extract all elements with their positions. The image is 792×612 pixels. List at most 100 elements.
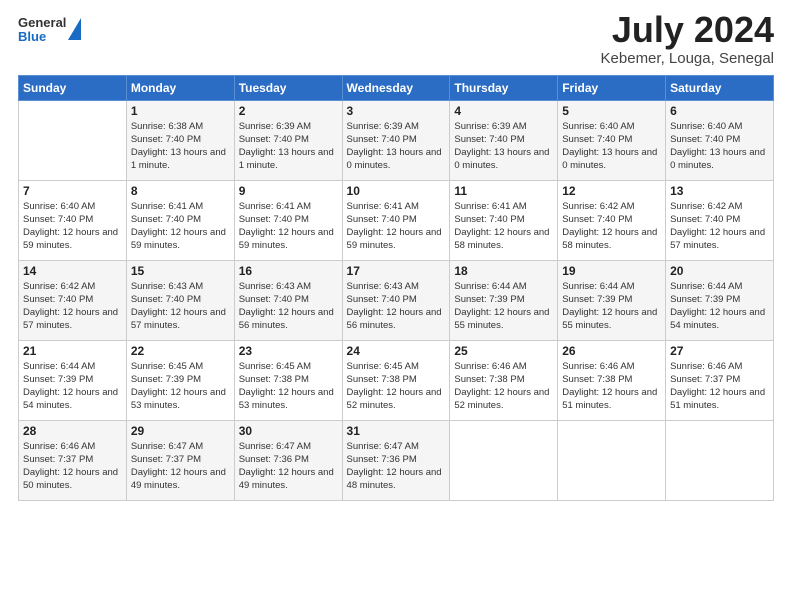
header-thursday: Thursday xyxy=(450,75,558,100)
day-number: 5 xyxy=(562,104,661,118)
title-block: July 2024 Kebemer, Louga, Senegal xyxy=(601,10,774,67)
table-row: 7 Sunrise: 6:40 AMSunset: 7:40 PMDaylight… xyxy=(19,180,127,260)
table-row: 21 Sunrise: 6:44 AMSunset: 7:39 PMDayligh… xyxy=(19,340,127,420)
day-number: 31 xyxy=(347,424,446,438)
day-number: 4 xyxy=(454,104,553,118)
table-row: 6 Sunrise: 6:40 AMSunset: 7:40 PMDaylight… xyxy=(666,100,774,180)
header-friday: Friday xyxy=(558,75,666,100)
day-number: 9 xyxy=(239,184,338,198)
table-row: 29 Sunrise: 6:47 AMSunset: 7:37 PMDayligh… xyxy=(126,420,234,500)
day-number: 25 xyxy=(454,344,553,358)
table-row: 11 Sunrise: 6:41 AMSunset: 7:40 PMDayligh… xyxy=(450,180,558,260)
table-row: 31 Sunrise: 6:47 AMSunset: 7:36 PMDayligh… xyxy=(342,420,450,500)
day-info: Sunrise: 6:43 AMSunset: 7:40 PMDaylight:… xyxy=(347,280,446,333)
table-row: 28 Sunrise: 6:46 AMSunset: 7:37 PMDayligh… xyxy=(19,420,127,500)
day-number: 21 xyxy=(23,344,122,358)
day-number: 28 xyxy=(23,424,122,438)
day-number: 15 xyxy=(131,264,230,278)
day-number: 6 xyxy=(670,104,769,118)
day-info: Sunrise: 6:47 AMSunset: 7:36 PMDaylight:… xyxy=(347,440,446,493)
day-number: 19 xyxy=(562,264,661,278)
month-year-title: July 2024 xyxy=(601,10,774,50)
day-number: 12 xyxy=(562,184,661,198)
table-row: 12 Sunrise: 6:42 AMSunset: 7:40 PMDayligh… xyxy=(558,180,666,260)
table-row: 10 Sunrise: 6:41 AMSunset: 7:40 PMDayligh… xyxy=(342,180,450,260)
day-info: Sunrise: 6:45 AMSunset: 7:38 PMDaylight:… xyxy=(239,360,338,413)
logo: General Blue xyxy=(18,16,81,45)
table-row: 18 Sunrise: 6:44 AMSunset: 7:39 PMDayligh… xyxy=(450,260,558,340)
day-info: Sunrise: 6:41 AMSunset: 7:40 PMDaylight:… xyxy=(347,200,446,253)
logo-general: General xyxy=(18,16,66,30)
day-info: Sunrise: 6:46 AMSunset: 7:37 PMDaylight:… xyxy=(670,360,769,413)
day-info: Sunrise: 6:44 AMSunset: 7:39 PMDaylight:… xyxy=(23,360,122,413)
day-number: 18 xyxy=(454,264,553,278)
day-info: Sunrise: 6:44 AMSunset: 7:39 PMDaylight:… xyxy=(454,280,553,333)
header-saturday: Saturday xyxy=(666,75,774,100)
day-info: Sunrise: 6:39 AMSunset: 7:40 PMDaylight:… xyxy=(454,120,553,173)
day-number: 17 xyxy=(347,264,446,278)
header-sunday: Sunday xyxy=(19,75,127,100)
day-number: 13 xyxy=(670,184,769,198)
day-info: Sunrise: 6:46 AMSunset: 7:37 PMDaylight:… xyxy=(23,440,122,493)
day-info: Sunrise: 6:45 AMSunset: 7:39 PMDaylight:… xyxy=(131,360,230,413)
table-row: 4 Sunrise: 6:39 AMSunset: 7:40 PMDaylight… xyxy=(450,100,558,180)
header-tuesday: Tuesday xyxy=(234,75,342,100)
table-row: 25 Sunrise: 6:46 AMSunset: 7:38 PMDayligh… xyxy=(450,340,558,420)
day-number: 11 xyxy=(454,184,553,198)
table-row: 5 Sunrise: 6:40 AMSunset: 7:40 PMDaylight… xyxy=(558,100,666,180)
day-info: Sunrise: 6:43 AMSunset: 7:40 PMDaylight:… xyxy=(131,280,230,333)
day-number: 8 xyxy=(131,184,230,198)
table-row: 20Sunrise: 6:44 AMSunset: 7:39 PMDayligh… xyxy=(666,260,774,340)
day-number: 2 xyxy=(239,104,338,118)
table-row: 16 Sunrise: 6:43 AMSunset: 7:40 PMDayligh… xyxy=(234,260,342,340)
table-row: 15 Sunrise: 6:43 AMSunset: 7:40 PMDayligh… xyxy=(126,260,234,340)
table-row: 19 Sunrise: 6:44 AMSunset: 7:39 PMDayligh… xyxy=(558,260,666,340)
day-info: Sunrise: 6:39 AMSunset: 7:40 PMDaylight:… xyxy=(239,120,338,173)
table-row: 30Sunrise: 6:47 AMSunset: 7:36 PMDayligh… xyxy=(234,420,342,500)
header: General Blue July 2024 Kebemer, Louga, S… xyxy=(18,10,774,67)
day-info: Sunrise: 6:46 AMSunset: 7:38 PMDaylight:… xyxy=(454,360,553,413)
table-row: 8 Sunrise: 6:41 AMSunset: 7:40 PMDaylight… xyxy=(126,180,234,260)
header-wednesday: Wednesday xyxy=(342,75,450,100)
day-info: Sunrise: 6:46 AMSunset: 7:38 PMDaylight:… xyxy=(562,360,661,413)
day-info: Sunrise: 6:41 AMSunset: 7:40 PMDaylight:… xyxy=(131,200,230,253)
day-info: Sunrise: 6:45 AMSunset: 7:38 PMDaylight:… xyxy=(347,360,446,413)
day-number: 24 xyxy=(347,344,446,358)
day-info: Sunrise: 6:42 AMSunset: 7:40 PMDaylight:… xyxy=(23,280,122,333)
table-row: 13 Sunrise: 6:42 AMSunset: 7:40 PMDayligh… xyxy=(666,180,774,260)
table-row: 27Sunrise: 6:46 AMSunset: 7:37 PMDayligh… xyxy=(666,340,774,420)
logo-blue: Blue xyxy=(18,30,66,44)
table-row: 1Sunrise: 6:38 AMSunset: 7:40 PMDaylight… xyxy=(126,100,234,180)
day-number: 16 xyxy=(239,264,338,278)
table-row xyxy=(558,420,666,500)
day-number: 14 xyxy=(23,264,122,278)
day-number: 20 xyxy=(670,264,769,278)
table-row: 3 Sunrise: 6:39 AMSunset: 7:40 PMDaylight… xyxy=(342,100,450,180)
table-row: 23Sunrise: 6:45 AMSunset: 7:38 PMDayligh… xyxy=(234,340,342,420)
day-info: Sunrise: 6:40 AMSunset: 7:40 PMDaylight:… xyxy=(562,120,661,173)
logo-triangle-icon xyxy=(68,18,81,40)
calendar-week-row: 21 Sunrise: 6:44 AMSunset: 7:39 PMDayligh… xyxy=(19,340,774,420)
day-info: Sunrise: 6:40 AMSunset: 7:40 PMDaylight:… xyxy=(23,200,122,253)
table-row xyxy=(19,100,127,180)
day-info: Sunrise: 6:41 AMSunset: 7:40 PMDaylight:… xyxy=(454,200,553,253)
day-number: 30 xyxy=(239,424,338,438)
header-monday: Monday xyxy=(126,75,234,100)
day-number: 7 xyxy=(23,184,122,198)
day-number: 10 xyxy=(347,184,446,198)
day-info: Sunrise: 6:44 AMSunset: 7:39 PMDaylight:… xyxy=(562,280,661,333)
day-number: 29 xyxy=(131,424,230,438)
table-row: 9Sunrise: 6:41 AMSunset: 7:40 PMDaylight… xyxy=(234,180,342,260)
day-info: Sunrise: 6:42 AMSunset: 7:40 PMDaylight:… xyxy=(562,200,661,253)
calendar-week-row: 1Sunrise: 6:38 AMSunset: 7:40 PMDaylight… xyxy=(19,100,774,180)
table-row xyxy=(450,420,558,500)
day-info: Sunrise: 6:43 AMSunset: 7:40 PMDaylight:… xyxy=(239,280,338,333)
logo-text: General Blue xyxy=(18,16,66,45)
calendar-table: Sunday Monday Tuesday Wednesday Thursday… xyxy=(18,75,774,501)
day-info: Sunrise: 6:40 AMSunset: 7:40 PMDaylight:… xyxy=(670,120,769,173)
day-info: Sunrise: 6:42 AMSunset: 7:40 PMDaylight:… xyxy=(670,200,769,253)
day-info: Sunrise: 6:39 AMSunset: 7:40 PMDaylight:… xyxy=(347,120,446,173)
table-row: 2 Sunrise: 6:39 AMSunset: 7:40 PMDaylight… xyxy=(234,100,342,180)
day-number: 3 xyxy=(347,104,446,118)
day-info: Sunrise: 6:47 AMSunset: 7:37 PMDaylight:… xyxy=(131,440,230,493)
